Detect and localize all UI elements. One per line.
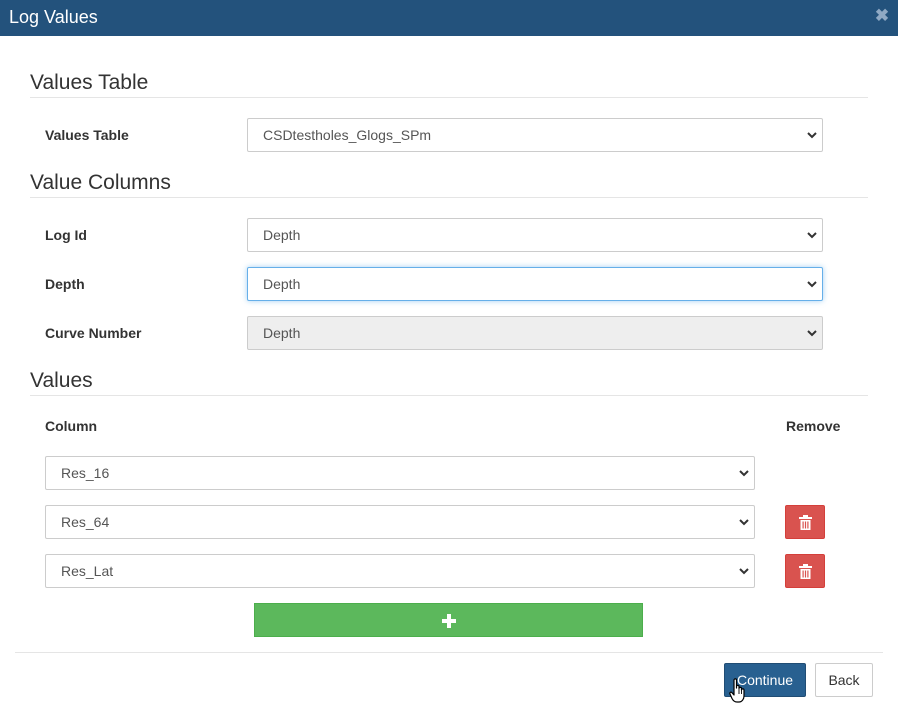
hand-pointer-icon (729, 678, 745, 703)
column-header: Column (45, 418, 98, 434)
footer-divider (15, 652, 883, 653)
values-heading: Values (30, 369, 93, 392)
chevron-down-icon (739, 519, 749, 526)
section-divider (30, 97, 868, 98)
log-id-selected: Depth (263, 227, 301, 243)
section-divider (30, 395, 868, 396)
value-column-selected: Res_64 (61, 514, 110, 530)
dialog-title: Log Values (9, 7, 98, 27)
remove-row-button[interactable] (785, 554, 825, 588)
values-table-selected: CSDtestholes_Glogs_SPm (263, 127, 432, 143)
values-table-label: Values Table (45, 127, 129, 143)
dialog-titlebar: Log Values ✖ (0, 0, 898, 36)
value-column-selected: Res_16 (61, 465, 110, 481)
value-column-select[interactable]: Res_64 (45, 505, 755, 539)
chevron-down-icon (739, 470, 749, 477)
remove-row-button[interactable] (785, 505, 825, 539)
log-id-label: Log Id (45, 227, 87, 243)
value-columns-heading: Value Columns (30, 171, 171, 194)
chevron-down-icon (807, 232, 817, 239)
curve-number-label: Curve Number (45, 325, 142, 341)
section-divider (30, 197, 868, 198)
remove-header: Remove (786, 418, 841, 434)
chevron-down-icon (739, 568, 749, 575)
back-button[interactable]: Back (815, 663, 873, 697)
values-table-select[interactable]: CSDtestholes_Glogs_SPm (247, 118, 823, 152)
depth-select[interactable]: Depth (247, 267, 823, 301)
depth-selected: Depth (263, 276, 301, 292)
chevron-down-icon (807, 132, 817, 139)
values-table-heading: Values Table (30, 71, 149, 94)
log-id-select[interactable]: Depth (247, 218, 823, 252)
curve-number-select: Depth (247, 316, 823, 350)
value-column-select[interactable]: Res_16 (45, 456, 755, 490)
plus-icon (442, 614, 456, 628)
value-column-select[interactable]: Res_Lat (45, 554, 755, 588)
value-column-selected: Res_Lat (61, 563, 114, 579)
close-icon[interactable]: ✖ (874, 7, 890, 25)
trash-icon (799, 564, 812, 579)
trash-icon (799, 515, 812, 530)
chevron-down-icon (807, 330, 817, 337)
chevron-down-icon (807, 281, 817, 288)
curve-number-selected: Depth (263, 325, 301, 341)
add-row-button[interactable] (254, 603, 643, 637)
depth-label: Depth (45, 276, 85, 292)
